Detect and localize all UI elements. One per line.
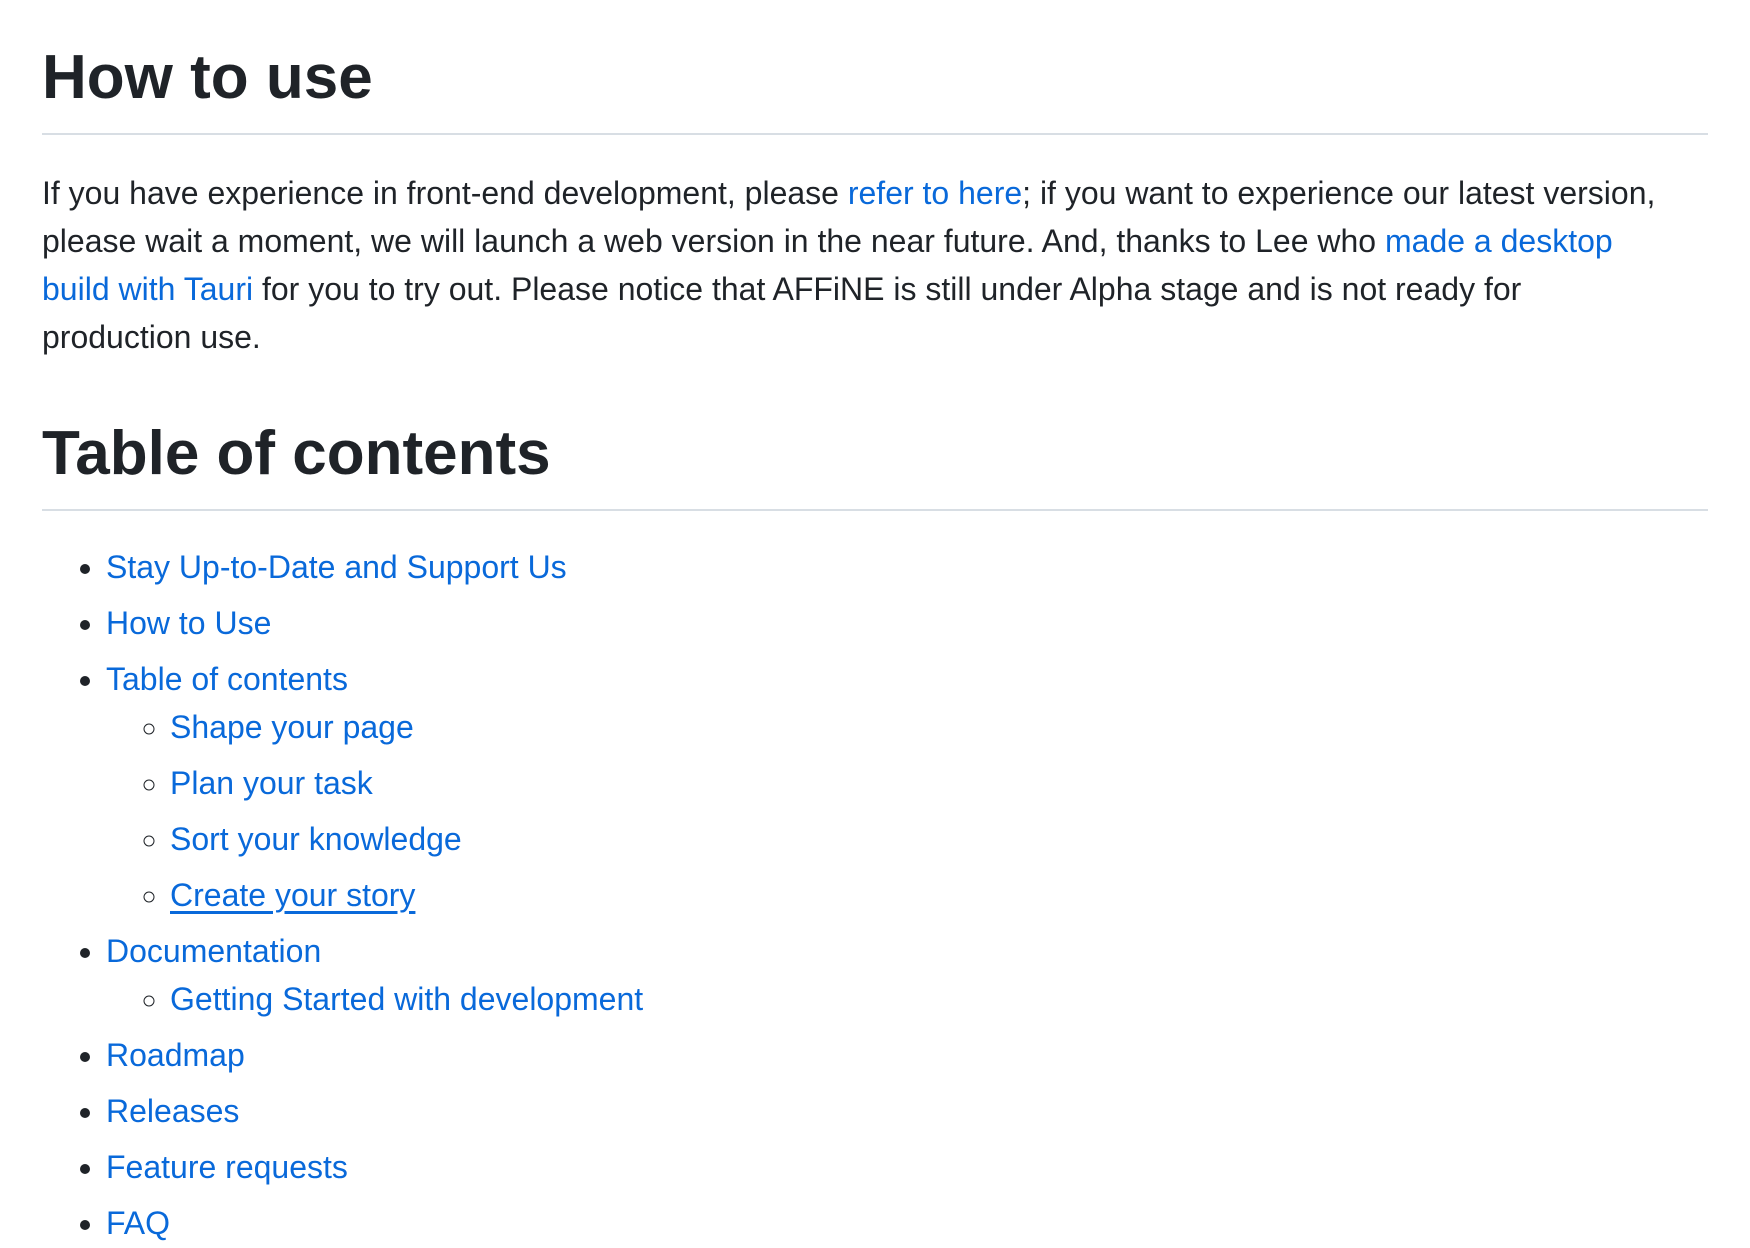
toc-link-feature-requests[interactable]: Feature requests xyxy=(106,1149,348,1185)
tauri-desktop-build-link[interactable]: made a desktop xyxy=(1385,223,1613,259)
toc-item: Table of contents Shape your page Plan y… xyxy=(106,655,1708,919)
toc-link-table-of-contents[interactable]: Table of contents xyxy=(106,661,348,697)
toc-link-documentation[interactable]: Documentation xyxy=(106,933,321,969)
toc-link-sort-your-knowledge[interactable]: Sort your knowledge xyxy=(170,821,462,857)
toc-link-shape-your-page[interactable]: Shape your page xyxy=(170,709,414,745)
refer-to-here-link[interactable]: refer to here xyxy=(848,175,1022,211)
toc-item: FAQ xyxy=(106,1199,1708,1247)
toc-subitem: Sort your knowledge xyxy=(170,815,1708,863)
toc-link-how-to-use[interactable]: How to Use xyxy=(106,605,271,641)
toc-item: Roadmap xyxy=(106,1031,1708,1079)
toc-link-create-your-story[interactable]: Create your story xyxy=(170,877,415,913)
toc-item: Documentation Getting Started with devel… xyxy=(106,927,1708,1023)
toc-item: Stay Up-to-Date and Support Us xyxy=(106,543,1708,591)
toc-link-releases[interactable]: Releases xyxy=(106,1093,239,1129)
toc-item: Releases xyxy=(106,1087,1708,1135)
toc-link-faq[interactable]: FAQ xyxy=(106,1205,170,1241)
toc-subitem: Shape your page xyxy=(170,703,1708,751)
toc-subitem: Create your story xyxy=(170,871,1708,919)
toc-link-plan-your-task[interactable]: Plan your task xyxy=(170,765,373,801)
paragraph-text: for you to try out. Please notice that A… xyxy=(253,271,1522,307)
paragraph-text: If you have experience in front-end deve… xyxy=(42,175,848,211)
toc-item: How to Use xyxy=(106,599,1708,647)
toc-sublist: Getting Started with development xyxy=(106,975,1708,1023)
toc-link-stay-up-to-date[interactable]: Stay Up-to-Date and Support Us xyxy=(106,549,567,585)
toc-link-getting-started[interactable]: Getting Started with development xyxy=(170,981,643,1017)
heading-table-of-contents: Table of contents xyxy=(42,414,1708,511)
paragraph-text: please wait a moment, we will launch a w… xyxy=(42,223,1385,259)
toc-item: Feature requests xyxy=(106,1143,1708,1191)
toc-sublist: Shape your page Plan your task Sort your… xyxy=(106,703,1708,919)
toc-list: Stay Up-to-Date and Support Us How to Us… xyxy=(42,543,1708,1247)
readme-content: How to use If you have experience in fro… xyxy=(0,0,1750,1248)
toc-link-roadmap[interactable]: Roadmap xyxy=(106,1037,245,1073)
paragraph-text: production use. xyxy=(42,319,261,355)
paragraph-text: ; if you want to experience our latest v… xyxy=(1022,175,1656,211)
intro-paragraph: If you have experience in front-end deve… xyxy=(42,169,1708,361)
heading-how-to-use: How to use xyxy=(42,38,1708,135)
toc-subitem: Getting Started with development xyxy=(170,975,1708,1023)
tauri-desktop-build-link[interactable]: build with Tauri xyxy=(42,271,253,307)
toc-subitem: Plan your task xyxy=(170,759,1708,807)
